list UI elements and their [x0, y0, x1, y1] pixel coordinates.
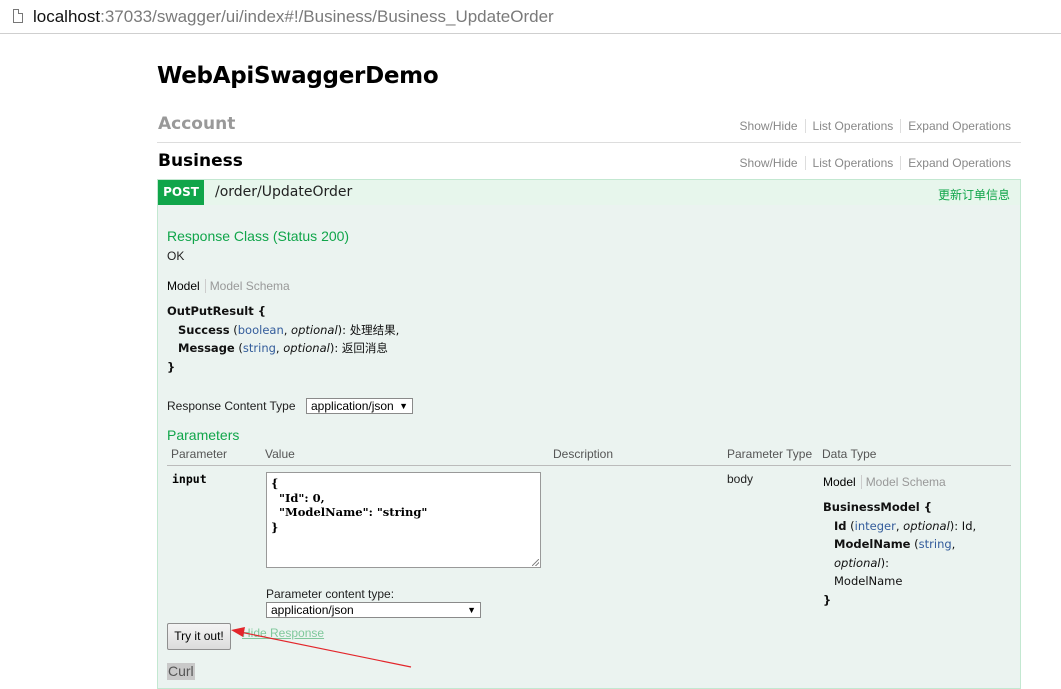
col-header-description: Description	[553, 447, 614, 461]
http-method-badge[interactable]: POST	[158, 180, 204, 205]
dropdown-caret-icon: ▼	[399, 401, 408, 411]
model-property: Message (string, optional): 返回消息	[178, 341, 388, 355]
model-property: ModelName (string, optional):	[834, 537, 956, 570]
response-model-signature: OutPutResult { Success (boolean, optiona…	[167, 302, 399, 376]
response-content-type-select[interactable]: application/json ▼	[306, 398, 413, 414]
model-property: Id (integer, optional): Id,	[834, 518, 977, 533]
param-model-tabs: Model Model Schema	[823, 475, 946, 489]
operation-path[interactable]: /order/UpdateOrder	[215, 184, 352, 200]
model-name: OutPutResult {	[167, 304, 266, 318]
param-name: input	[172, 472, 207, 486]
param-value-textarea[interactable]: { "Id": 0, "ModelName": "string" }	[266, 472, 541, 568]
resource-name-account[interactable]: Account	[158, 114, 235, 134]
param-content-type-select[interactable]: application/json ▼	[266, 602, 481, 618]
resource-account: Account Show/Hide List Operations Expand O…	[157, 107, 1021, 143]
resource-ops-business: Show/Hide List Operations Expand Operation…	[733, 156, 1011, 170]
col-header-data-type: Data Type	[822, 447, 877, 461]
dropdown-caret-icon: ▼	[467, 605, 476, 615]
model-schema-tab[interactable]: Model Schema	[862, 475, 946, 489]
show-hide-link[interactable]: Show/Hide	[733, 156, 805, 170]
resource-ops-account: Show/Hide List Operations Expand Operation…	[733, 119, 1011, 133]
model-name: BusinessModel {	[823, 500, 932, 514]
model-schema-tab[interactable]: Model Schema	[206, 279, 290, 293]
response-class-title: Response Class (Status 200)	[167, 228, 350, 244]
list-operations-link[interactable]: List Operations	[804, 119, 901, 133]
curl-heading: Curl	[167, 663, 195, 680]
response-model-tabs: Model Model Schema	[167, 279, 290, 293]
show-hide-link[interactable]: Show/Hide	[733, 119, 805, 133]
response-content-type-label: Response Content Type	[167, 399, 296, 413]
address-bar[interactable]: localhost:37033/swagger/ui/index#!/Busin…	[0, 0, 1061, 34]
expand-operations-link[interactable]: Expand Operations	[900, 119, 1011, 133]
operation-summary[interactable]: 更新订单信息	[938, 186, 1010, 203]
operation-heading[interactable]: POST /order/UpdateOrder 更新订单信息	[158, 180, 1020, 205]
model-close-brace: }	[167, 359, 176, 374]
model-property-desc: ModelName	[834, 574, 903, 588]
param-content-type-label: Parameter content type:	[266, 587, 395, 601]
model-tab[interactable]: Model	[823, 475, 862, 489]
param-type: body	[727, 472, 754, 486]
param-model-signature: BusinessModel { Id (integer, optional): …	[823, 498, 1013, 609]
col-header-parameter-type: Parameter Type	[727, 447, 813, 461]
table-header-divider	[167, 465, 1011, 466]
resource-name-business[interactable]: Business	[158, 151, 243, 171]
model-property: Success (boolean, optional): 处理结果,	[178, 322, 400, 337]
model-close-brace: }	[823, 592, 832, 607]
try-it-out-button[interactable]: Try it out!	[167, 623, 231, 650]
app-title: WebApiSwaggerDemo	[157, 63, 439, 89]
list-operations-link[interactable]: List Operations	[804, 156, 901, 170]
model-tab[interactable]: Model	[167, 279, 206, 293]
url-text[interactable]: localhost:37033/swagger/ui/index#!/Busin…	[33, 7, 554, 27]
col-header-value: Value	[265, 447, 295, 461]
parameters-title: Parameters	[167, 427, 240, 443]
hide-response-link[interactable]: Hide Response	[242, 626, 324, 640]
page-icon	[13, 9, 23, 23]
col-header-parameter: Parameter	[171, 447, 228, 461]
response-class-value: OK	[167, 249, 185, 263]
expand-operations-link[interactable]: Expand Operations	[900, 156, 1011, 170]
resource-business: Business Show/Hide List Operations Expand …	[157, 144, 1021, 180]
operation-panel: POST /order/UpdateOrder 更新订单信息 Response …	[157, 179, 1021, 689]
resize-grip-icon[interactable]	[532, 559, 539, 566]
